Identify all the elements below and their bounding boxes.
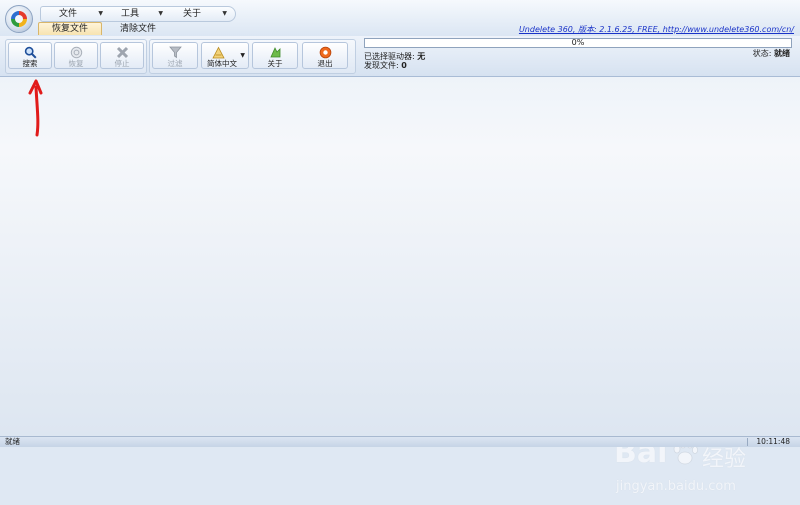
search-button[interactable]: 搜索	[8, 42, 52, 69]
version-link[interactable]: Undelete 360, 版本: 2.1.6.25, FREE, http:/…	[519, 24, 794, 35]
state-value: 就绪	[774, 49, 790, 58]
chevron-down-icon: ▼	[158, 10, 163, 17]
menu-about-label: 关于	[183, 9, 202, 19]
language-label: 简体中文	[207, 59, 237, 68]
state-info: 状态: 就绪	[753, 48, 790, 59]
stop-button[interactable]: 停止	[100, 42, 144, 69]
filter-icon	[153, 46, 197, 59]
menu-tools-label: 工具	[121, 9, 140, 19]
menu-file[interactable]: 文件 ▼	[59, 8, 103, 20]
search-icon	[9, 46, 51, 59]
scan-progress-bar: 0%	[364, 38, 792, 48]
tab-label: 恢复文件	[51, 24, 88, 34]
menu-about[interactable]: 关于 ▼	[183, 8, 227, 20]
filter-button-label: 过滤	[167, 59, 183, 68]
exit-button[interactable]: 退出	[302, 42, 348, 69]
watermark-url: jingyan.baidu.com	[616, 479, 736, 494]
stop-icon	[101, 46, 143, 59]
chevron-down-icon: ▼	[240, 52, 245, 59]
app-menu-button[interactable]	[5, 5, 33, 33]
app-logo-icon	[11, 11, 27, 27]
found-files-label: 发现文件:	[364, 61, 399, 70]
recover-button[interactable]: 恢复	[54, 42, 98, 69]
exit-button-label: 退出	[317, 59, 333, 68]
menu-tools[interactable]: 工具 ▼	[121, 8, 163, 20]
about-icon	[253, 46, 297, 59]
chevron-down-icon: ▼	[222, 10, 227, 17]
filter-button[interactable]: 过滤	[152, 42, 198, 69]
status-bar: 就绪 10:11:48	[0, 436, 800, 447]
chevron-down-icon: ▼	[98, 10, 103, 17]
found-files-value: 0	[401, 61, 407, 70]
title-bar: 文件 ▼ 工具 ▼ 关于 ▼ 恢复文件 清除文件 Undelete 360, 版…	[0, 0, 800, 37]
ribbon: 搜索 恢复 停止 过滤 ▼ 简体中文 关于 退出 0% 已选择驱动器: 无 发现…	[0, 36, 800, 77]
ribbon-group-actions: 搜索 恢复 停止	[5, 39, 147, 74]
about-button-label: 关于	[267, 59, 283, 68]
search-button-label: 搜索	[22, 59, 38, 68]
status-separator	[747, 438, 748, 446]
ribbon-group-settings: 过滤 ▼ 简体中文 关于 退出	[149, 39, 356, 74]
recover-button-label: 恢复	[68, 59, 84, 68]
tab-label: 清除文件	[119, 24, 156, 34]
state-label: 状态:	[752, 49, 772, 58]
tab-wipe-files[interactable]: 清除文件	[106, 22, 170, 35]
menu-file-label: 文件	[59, 9, 78, 19]
app-window: 文件 ▼ 工具 ▼ 关于 ▼ 恢复文件 清除文件 Undelete 360, 版…	[0, 0, 800, 494]
red-arrow-annotation-icon	[28, 79, 43, 137]
stop-button-label: 停止	[114, 59, 130, 68]
recover-icon	[55, 46, 97, 59]
progress-text: 0%	[571, 38, 585, 47]
about-button[interactable]: 关于	[252, 42, 298, 69]
results-area: Bai 经验 jingyan.baidu.com	[0, 77, 800, 494]
tab-recover-files[interactable]: 恢复文件	[38, 22, 102, 35]
language-dropdown[interactable]: ▼ 简体中文	[201, 42, 249, 69]
found-files-info: 发现文件: 0	[364, 60, 407, 71]
selected-drive-value: 无	[417, 52, 426, 61]
exit-icon	[303, 46, 347, 59]
menu-bar: 文件 ▼ 工具 ▼ 关于 ▼	[40, 6, 236, 22]
